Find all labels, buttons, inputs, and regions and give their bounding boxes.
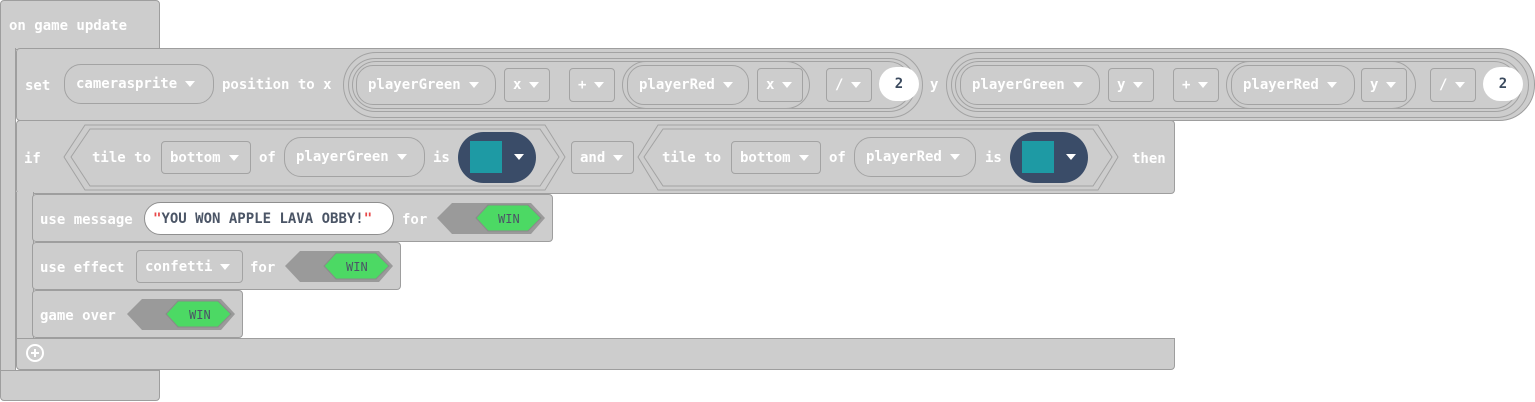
game-over-kind-label: WIN bbox=[189, 308, 211, 322]
add-icon[interactable] bbox=[26, 344, 44, 362]
if-footer bbox=[16, 338, 1175, 370]
